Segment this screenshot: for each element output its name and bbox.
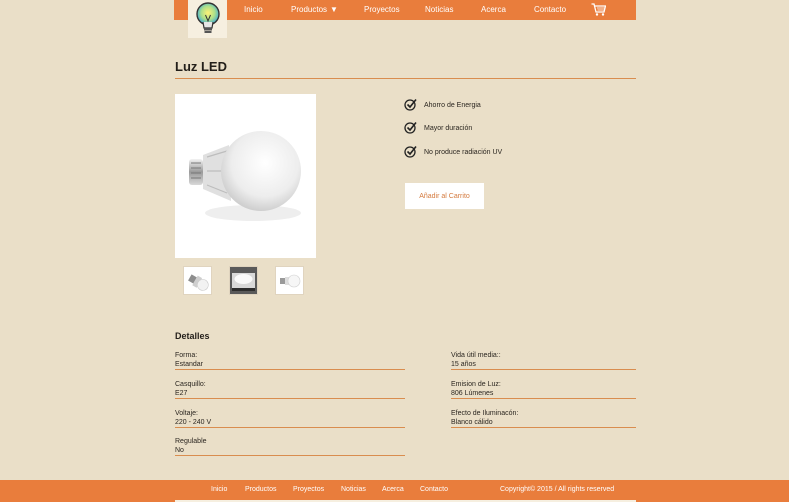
thumbnail-2[interactable]	[229, 266, 258, 295]
details-heading: Detalles	[175, 331, 210, 341]
spec-label: Forma:	[175, 352, 198, 359]
spec-row: Efecto de Iluminacón: Blanco cálido	[451, 409, 636, 428]
spec-label: Regulable	[175, 438, 207, 445]
bulb-thumb-image	[188, 273, 209, 291]
spec-label: Vida útil media::	[451, 352, 501, 359]
spec-value: Blanco cálido	[451, 419, 493, 426]
title-divider	[175, 78, 636, 79]
lightbulb-icon	[195, 2, 220, 33]
nav-contacto[interactable]: Contacto	[534, 0, 566, 20]
bulb-side-thumb-image	[280, 274, 301, 287]
check-icon	[404, 145, 417, 158]
nav-inicio[interactable]: Inicio	[244, 0, 263, 20]
spec-value: 806 Lúmenes	[451, 390, 494, 397]
spec-row: Vida útil media:: 15 años	[451, 351, 636, 370]
site-logo[interactable]	[188, 0, 227, 38]
feature-item: No produce radiación UV	[404, 144, 502, 158]
spec-label: Efecto de Iluminacón:	[451, 410, 519, 417]
footer-link-inicio[interactable]: Inicio	[211, 480, 227, 500]
spec-row: Forma: Estandar	[175, 351, 405, 370]
spec-value: No	[175, 447, 184, 454]
product-main-image	[175, 94, 316, 258]
check-icon	[404, 121, 417, 134]
spec-value: Estandar	[175, 361, 204, 368]
spec-row: Voltaje: 220 - 240 V	[175, 409, 405, 428]
footer-link-proyectos[interactable]: Proyectos	[293, 480, 324, 500]
footer-link-acerca[interactable]: Acerca	[382, 480, 404, 500]
chevron-down-icon: ▼	[330, 5, 338, 14]
spec-value: E27	[175, 390, 188, 397]
feature-item: Ahorro de Energia	[404, 97, 481, 111]
page-title: Luz LED	[175, 59, 227, 74]
footer-link-noticias[interactable]: Noticias	[341, 480, 366, 500]
nav-proyectos[interactable]: Proyectos	[364, 0, 400, 20]
check-icon	[404, 98, 417, 111]
spec-row: Casquillo: E27	[175, 380, 405, 399]
lit-room-thumb-image	[230, 267, 257, 294]
shopping-cart-icon[interactable]	[591, 3, 607, 21]
feature-label: Mayor duración	[424, 125, 473, 132]
spec-value: 220 - 240 V	[175, 419, 212, 426]
spec-row: Regulable No	[175, 437, 405, 456]
spec-row: Emision de Luz: 806 Lúmenes	[451, 380, 636, 399]
footer-link-contacto[interactable]: Contacto	[420, 480, 448, 500]
spec-label: Casquillo:	[175, 381, 206, 388]
copyright-text: Copyright© 2015 / All rights reserved	[500, 486, 615, 493]
add-to-cart-button[interactable]: Añadir al Carrito	[405, 183, 484, 209]
spec-value: 15 años	[451, 361, 476, 368]
feature-label: Ahorro de Energia	[424, 102, 481, 109]
spec-label: Emision de Luz:	[451, 381, 501, 388]
nav-acerca[interactable]: Acerca	[481, 0, 506, 20]
nav-productos-label: Productos	[291, 5, 328, 14]
led-bulb-image	[188, 131, 301, 221]
nav-noticias[interactable]: Noticias	[425, 0, 453, 20]
feature-label: No produce radiación UV	[424, 149, 503, 156]
footer-link-productos[interactable]: Productos	[245, 480, 277, 500]
thumbnail-1[interactable]	[183, 266, 212, 295]
feature-item: Mayor duración	[404, 120, 472, 134]
nav-productos[interactable]: Productos ▼	[291, 0, 338, 20]
spec-label: Voltaje:	[175, 410, 198, 417]
thumbnail-3[interactable]	[275, 266, 304, 295]
